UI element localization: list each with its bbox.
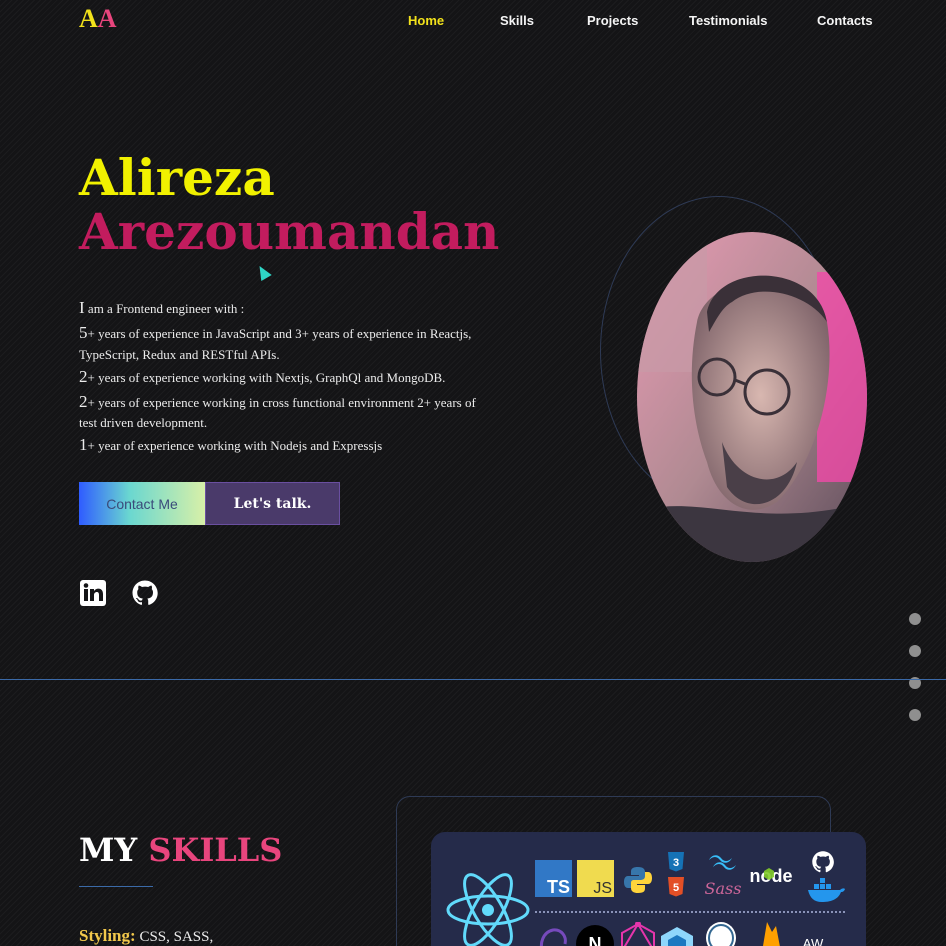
- skills-icons-card: TS JS 3 5 Sass node: [431, 832, 866, 946]
- linkedin-icon[interactable]: [79, 579, 107, 607]
- python-icon: [624, 867, 652, 893]
- hero-last-name: Arezoumandan: [79, 202, 500, 261]
- svg-text:5: 5: [673, 882, 679, 894]
- bio-line: TypeScript, Redux and RESTful APIs.: [79, 347, 280, 362]
- profile-photo: [637, 232, 867, 562]
- nodejs-icon: node: [750, 866, 793, 886]
- bio-line: 1+ year of experience working with Nodej…: [79, 435, 383, 454]
- bio-line: 2+ years of experience working in cross …: [79, 392, 476, 411]
- nav-projects[interactable]: Projects: [587, 13, 638, 29]
- section-dot[interactable]: [909, 709, 921, 721]
- svg-text:JS: JS: [593, 880, 612, 897]
- webpack-icon: [661, 927, 693, 946]
- svg-text:N: N: [589, 934, 602, 946]
- graphql-icon: [621, 922, 655, 946]
- github-icon[interactable]: [131, 579, 159, 607]
- svg-text:Sass: Sass: [705, 879, 741, 898]
- redux-icon: [539, 928, 567, 946]
- section-dot[interactable]: [909, 613, 921, 625]
- bio-line: 5+ years of experience in JavaScript and…: [79, 323, 472, 342]
- aws-icon: AW: [803, 936, 824, 946]
- tailwind-icon: [709, 855, 736, 870]
- sass-icon: Sass: [705, 879, 741, 898]
- nav-contacts[interactable]: Contacts: [817, 13, 873, 29]
- skills-heading-underline: [79, 886, 153, 887]
- nextjs-icon: N: [576, 925, 614, 946]
- javascript-icon: JS: [577, 860, 614, 897]
- logo-letter-first: A: [79, 4, 98, 33]
- github-icon: [812, 851, 834, 873]
- lets-talk-button[interactable]: Let's talk.: [205, 482, 340, 525]
- bio-line: test driven development.: [79, 415, 208, 430]
- styling-value: CSS, SASS,: [135, 929, 214, 945]
- styling-skills: Styling: CSS, SASS,: [79, 926, 213, 946]
- postgresql-icon: [706, 922, 736, 946]
- bio-line: 2+ years of experience working with Next…: [79, 367, 446, 386]
- svg-text:AW: AW: [803, 936, 824, 946]
- firebase-icon: [763, 922, 780, 946]
- nav-home[interactable]: Home: [408, 13, 444, 29]
- section-dot[interactable]: [909, 645, 921, 657]
- css3-icon: 3: [668, 852, 684, 872]
- hero-first-name: Alireza: [79, 148, 275, 207]
- contact-me-button[interactable]: Contact Me: [79, 482, 205, 525]
- react-icon: [446, 873, 530, 946]
- bio-line: I am a Frontend engineer with :: [79, 298, 245, 317]
- nav-testimonials[interactable]: Testimonials: [689, 13, 768, 29]
- mouse-cursor-icon: [254, 262, 272, 282]
- svg-text:TS: TS: [547, 877, 570, 897]
- icons-dotted-separator: [535, 911, 845, 913]
- styling-label: Styling:: [79, 926, 136, 945]
- svg-text:3: 3: [673, 857, 679, 869]
- logo-letter-second: A: [97, 4, 117, 33]
- section-divider: [0, 679, 946, 680]
- typescript-icon: TS: [535, 860, 572, 897]
- docker-icon: [808, 878, 845, 902]
- logo[interactable]: AA: [79, 4, 117, 34]
- skills-heading: MY SKILLS: [79, 831, 283, 869]
- html5-icon: 5: [668, 877, 684, 897]
- nav-skills[interactable]: Skills: [500, 13, 534, 29]
